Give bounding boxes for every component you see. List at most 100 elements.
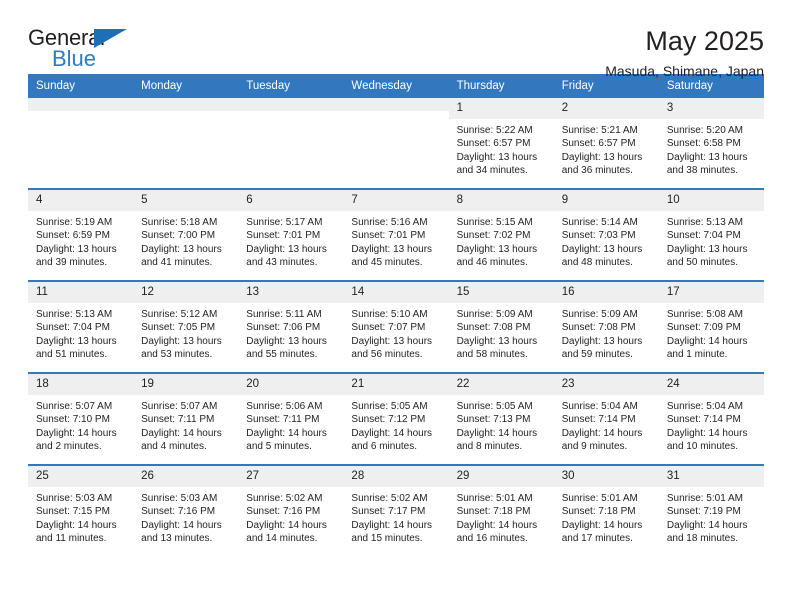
sunset-text: Sunset: 7:16 PM bbox=[141, 506, 216, 518]
sunset-text: Sunset: 7:19 PM bbox=[666, 506, 741, 518]
calendar-day-cell[interactable]: 3 Sunrise: 5:20 AM Sunset: 6:58 PM Daylight… bbox=[658, 98, 764, 189]
page-subtitle: Masuda, Shimane, Japan bbox=[605, 63, 764, 79]
sunset-text: Sunset: 7:00 PM bbox=[141, 230, 216, 242]
sunrise-text: Sunrise: 5:17 AM bbox=[246, 217, 323, 228]
sunrise-text: Sunrise: 5:20 AM bbox=[666, 125, 743, 136]
sunrise-text: Sunrise: 5:09 AM bbox=[561, 309, 638, 320]
day-details: Sunrise: 5:01 AM Sunset: 7:19 PM Daylight:… bbox=[659, 487, 764, 546]
day-number: 25 bbox=[28, 466, 134, 487]
daylight-text: Daylight: 13 hours and 59 minutes. bbox=[561, 335, 643, 361]
calendar-day-cell[interactable]: 26 Sunrise: 5:03 AM Sunset: 7:16 PM Dayligh… bbox=[133, 464, 239, 556]
calendar-day-cell-empty bbox=[238, 98, 344, 189]
day-details: Sunrise: 5:01 AM Sunset: 7:18 PM Daylight:… bbox=[449, 487, 554, 546]
calendar-day-cell[interactable]: 20 Sunrise: 5:06 AM Sunset: 7:11 PM Dayligh… bbox=[238, 372, 344, 465]
sunrise-text: Sunrise: 5:04 AM bbox=[561, 401, 638, 412]
calendar-week-row: 18 Sunrise: 5:07 AM Sunset: 7:10 PM Dayligh… bbox=[28, 372, 764, 465]
calendar-day-cell[interactable]: 9 Sunrise: 5:14 AM Sunset: 7:03 PM Daylight… bbox=[553, 188, 659, 281]
sunset-text: Sunset: 7:10 PM bbox=[36, 414, 110, 426]
day-number: 18 bbox=[28, 374, 134, 395]
daylight-text: Daylight: 14 hours and 13 minutes. bbox=[141, 519, 222, 545]
day-number bbox=[28, 98, 134, 111]
day-details: Sunrise: 5:13 AM Sunset: 7:04 PM Daylight:… bbox=[28, 303, 133, 362]
page-header: General Blue May 2025 Masuda, Shimane, J… bbox=[28, 0, 764, 80]
calendar-day-cell[interactable]: 27 Sunrise: 5:02 AM Sunset: 7:16 PM Dayligh… bbox=[238, 464, 344, 556]
daylight-text: Daylight: 14 hours and 8 minutes. bbox=[456, 427, 538, 453]
calendar-day-cell[interactable]: 24 Sunrise: 5:04 AM Sunset: 7:14 PM Dayligh… bbox=[658, 372, 764, 465]
daylight-text: Daylight: 14 hours and 14 minutes. bbox=[246, 519, 327, 545]
day-number: 15 bbox=[448, 282, 554, 303]
calendar-day-cell[interactable]: 23 Sunrise: 5:04 AM Sunset: 7:14 PM Dayligh… bbox=[553, 372, 659, 465]
calendar-day-cell[interactable]: 30 Sunrise: 5:01 AM Sunset: 7:18 PM Dayligh… bbox=[553, 464, 659, 556]
day-details: Sunrise: 5:20 AM Sunset: 6:58 PM Daylight:… bbox=[659, 119, 764, 178]
calendar-day-cell[interactable]: 6 Sunrise: 5:17 AM Sunset: 7:01 PM Daylight… bbox=[238, 188, 344, 281]
sunset-text: Sunset: 7:09 PM bbox=[666, 322, 741, 334]
calendar-day-cell-empty bbox=[28, 98, 134, 189]
day-number: 4 bbox=[28, 190, 134, 211]
daylight-text: Daylight: 13 hours and 45 minutes. bbox=[351, 243, 433, 269]
daylight-text: Daylight: 13 hours and 53 minutes. bbox=[141, 335, 222, 361]
day-details: Sunrise: 5:15 AM Sunset: 7:02 PM Daylight:… bbox=[449, 211, 554, 270]
calendar-day-cell[interactable]: 7 Sunrise: 5:16 AM Sunset: 7:01 PM Daylight… bbox=[343, 188, 449, 281]
day-number: 9 bbox=[553, 190, 659, 211]
sunrise-text: Sunrise: 5:08 AM bbox=[666, 309, 743, 320]
calendar-day-cell[interactable]: 17 Sunrise: 5:08 AM Sunset: 7:09 PM Dayligh… bbox=[658, 280, 764, 373]
calendar-day-cell[interactable]: 18 Sunrise: 5:07 AM Sunset: 7:10 PM Dayligh… bbox=[28, 372, 134, 465]
calendar-day-cell[interactable]: 8 Sunrise: 5:15 AM Sunset: 7:02 PM Daylight… bbox=[448, 188, 554, 281]
sunset-text: Sunset: 7:08 PM bbox=[561, 322, 636, 334]
calendar-day-cell[interactable]: 1 Sunrise: 5:22 AM Sunset: 6:57 PM Daylight… bbox=[448, 98, 554, 189]
calendar-day-cell[interactable]: 21 Sunrise: 5:05 AM Sunset: 7:12 PM Dayligh… bbox=[343, 372, 449, 465]
sunset-text: Sunset: 6:57 PM bbox=[561, 138, 636, 150]
calendar-day-cell[interactable]: 19 Sunrise: 5:07 AM Sunset: 7:11 PM Dayligh… bbox=[133, 372, 239, 465]
calendar-day-cell[interactable]: 25 Sunrise: 5:03 AM Sunset: 7:15 PM Dayligh… bbox=[28, 464, 134, 556]
day-details: Sunrise: 5:02 AM Sunset: 7:16 PM Daylight:… bbox=[238, 487, 343, 546]
sunrise-text: Sunrise: 5:01 AM bbox=[666, 493, 743, 504]
sunrise-text: Sunrise: 5:07 AM bbox=[141, 401, 218, 412]
day-number: 16 bbox=[553, 282, 659, 303]
calendar-week-row: 4 Sunrise: 5:19 AM Sunset: 6:59 PM Daylight… bbox=[28, 188, 764, 281]
sunset-text: Sunset: 7:03 PM bbox=[561, 230, 636, 242]
daylight-text: Daylight: 13 hours and 41 minutes. bbox=[141, 243, 222, 269]
calendar-day-cell[interactable]: 31 Sunrise: 5:01 AM Sunset: 7:19 PM Dayligh… bbox=[658, 464, 764, 556]
calendar-day-cell[interactable]: 2 Sunrise: 5:21 AM Sunset: 6:57 PM Daylight… bbox=[553, 98, 659, 189]
day-number: 21 bbox=[343, 374, 449, 395]
day-details: Sunrise: 5:08 AM Sunset: 7:09 PM Daylight:… bbox=[659, 303, 764, 362]
logo-text-blue: Blue bbox=[52, 46, 97, 71]
general-blue-logo[interactable]: General Blue bbox=[28, 26, 138, 72]
day-number: 28 bbox=[343, 466, 449, 487]
calendar-day-cell[interactable]: 13 Sunrise: 5:11 AM Sunset: 7:06 PM Dayligh… bbox=[238, 280, 344, 373]
sunrise-text: Sunrise: 5:10 AM bbox=[351, 309, 428, 320]
calendar-day-cell[interactable]: 28 Sunrise: 5:02 AM Sunset: 7:17 PM Dayligh… bbox=[343, 464, 449, 556]
calendar-day-cell[interactable]: 5 Sunrise: 5:18 AM Sunset: 7:00 PM Daylight… bbox=[133, 188, 239, 281]
calendar-day-cell[interactable]: 12 Sunrise: 5:12 AM Sunset: 7:05 PM Dayligh… bbox=[133, 280, 239, 373]
sunset-text: Sunset: 6:57 PM bbox=[456, 138, 531, 150]
weekday-header-monday: Monday bbox=[133, 74, 239, 98]
sunset-text: Sunset: 7:02 PM bbox=[456, 230, 531, 242]
daylight-text: Daylight: 13 hours and 46 minutes. bbox=[456, 243, 538, 269]
daylight-text: Daylight: 14 hours and 15 minutes. bbox=[351, 519, 433, 545]
sunrise-text: Sunrise: 5:13 AM bbox=[666, 217, 743, 228]
day-number: 1 bbox=[448, 98, 554, 119]
calendar-day-cell[interactable]: 16 Sunrise: 5:09 AM Sunset: 7:08 PM Dayligh… bbox=[553, 280, 659, 373]
day-details: Sunrise: 5:05 AM Sunset: 7:13 PM Daylight:… bbox=[449, 395, 554, 454]
calendar-day-cell[interactable]: 22 Sunrise: 5:05 AM Sunset: 7:13 PM Dayligh… bbox=[448, 372, 554, 465]
day-number bbox=[238, 98, 344, 111]
day-details: Sunrise: 5:17 AM Sunset: 7:01 PM Daylight:… bbox=[238, 211, 343, 270]
daylight-text: Daylight: 13 hours and 58 minutes. bbox=[456, 335, 538, 361]
day-number bbox=[133, 98, 239, 111]
calendar-day-cell[interactable]: 10 Sunrise: 5:13 AM Sunset: 7:04 PM Dayligh… bbox=[658, 188, 764, 281]
calendar-day-cell[interactable]: 29 Sunrise: 5:01 AM Sunset: 7:18 PM Dayligh… bbox=[448, 464, 554, 556]
sunrise-text: Sunrise: 5:05 AM bbox=[351, 401, 428, 412]
calendar-week-row: 1 Sunrise: 5:22 AM Sunset: 6:57 PM Daylight… bbox=[28, 98, 764, 189]
calendar-day-cell[interactable]: 15 Sunrise: 5:09 AM Sunset: 7:08 PM Dayligh… bbox=[448, 280, 554, 373]
sunset-text: Sunset: 7:06 PM bbox=[246, 322, 321, 334]
calendar-day-cell[interactable]: 4 Sunrise: 5:19 AM Sunset: 6:59 PM Daylight… bbox=[28, 188, 134, 281]
calendar-day-cell[interactable]: 14 Sunrise: 5:10 AM Sunset: 7:07 PM Dayligh… bbox=[343, 280, 449, 373]
day-details: Sunrise: 5:07 AM Sunset: 7:11 PM Daylight:… bbox=[133, 395, 238, 454]
daylight-text: Daylight: 14 hours and 1 minute. bbox=[666, 335, 748, 361]
day-number: 29 bbox=[448, 466, 554, 487]
calendar-day-cell[interactable]: 11 Sunrise: 5:13 AM Sunset: 7:04 PM Dayligh… bbox=[28, 280, 134, 373]
daylight-text: Daylight: 14 hours and 18 minutes. bbox=[666, 519, 748, 545]
daylight-text: Daylight: 14 hours and 11 minutes. bbox=[36, 519, 117, 545]
day-number: 26 bbox=[133, 466, 239, 487]
day-number: 22 bbox=[448, 374, 554, 395]
